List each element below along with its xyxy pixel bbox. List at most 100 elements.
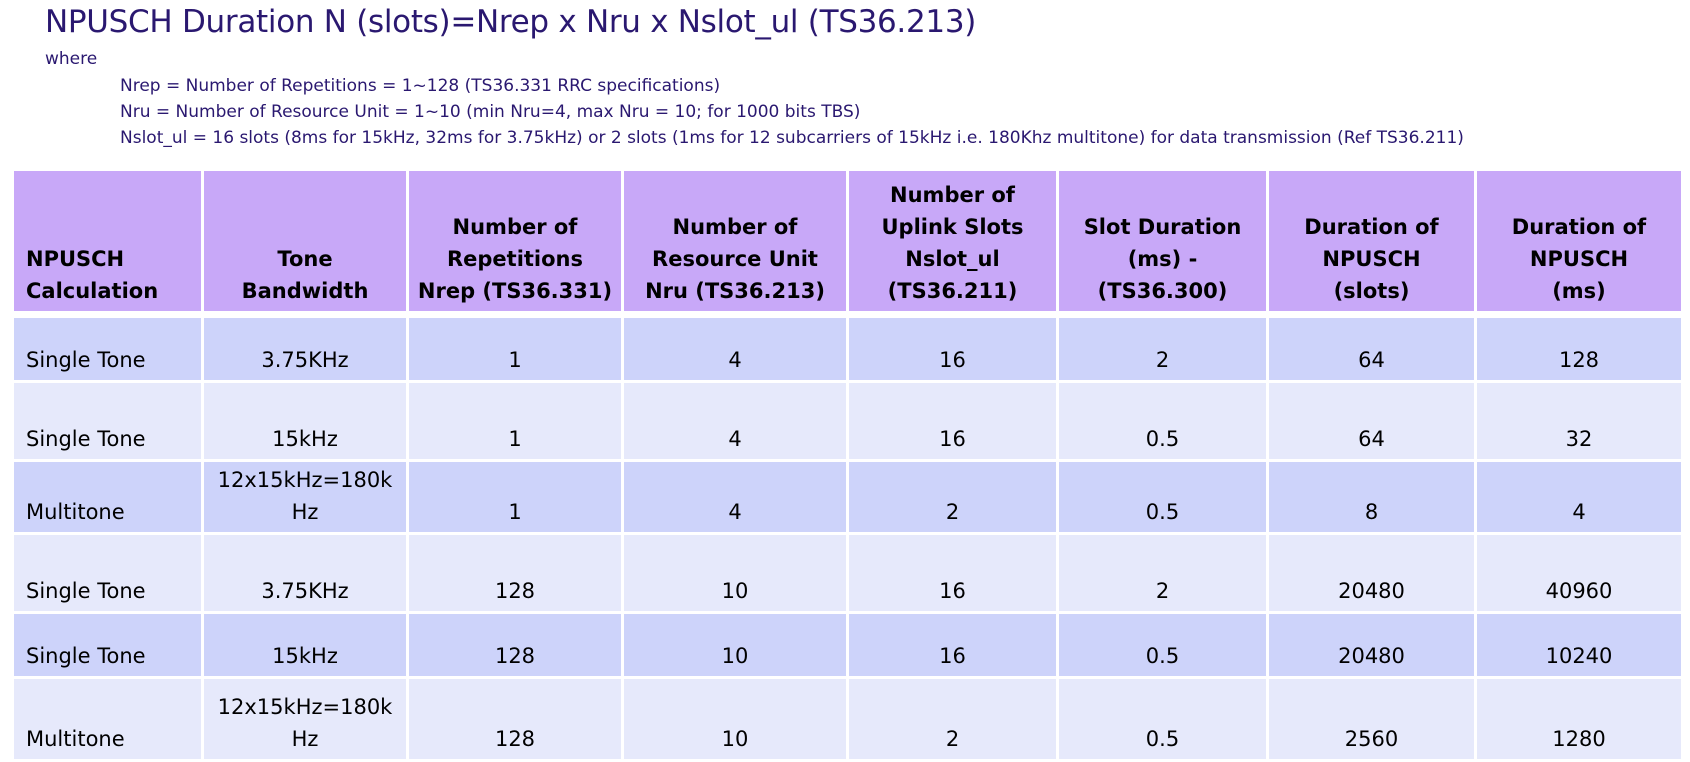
header-line: Duration of	[1304, 215, 1439, 239]
cell-nrep: 1	[406, 313, 624, 383]
cell-nrep: 128	[406, 532, 624, 614]
cell-calculation: Single Tone	[11, 380, 204, 462]
cell-nslot: 2	[846, 676, 1059, 762]
cell-slot-duration: 0.5	[1056, 459, 1269, 535]
cell-line: 3.75KHz	[261, 348, 349, 372]
table-row: Single Tone 15kHz 128 10 16 0.5 20480 10…	[11, 611, 1684, 679]
cell-duration-ms: 10240	[1474, 611, 1684, 679]
cell-duration-ms: 40960	[1474, 532, 1684, 614]
header-line: (TS36.211)	[887, 279, 1018, 303]
cell-nslot: 16	[846, 611, 1059, 679]
header-npusch-calculation: NPUSCH Calculation	[11, 168, 204, 318]
header-line: Uplink Slots	[881, 215, 1024, 239]
header-duration-slots: Duration of NPUSCH (slots)	[1266, 168, 1477, 318]
header-line: (ms)	[1552, 279, 1606, 303]
table-row: Single Tone 3.75KHz 128 10 16 2 20480 40…	[11, 532, 1684, 614]
definition-nru: Nru = Number of Resource Unit = 1~10 (mi…	[120, 102, 861, 122]
cell-calculation: Single Tone	[11, 532, 204, 614]
header-line: Nslot_ul	[905, 247, 1000, 271]
header-line: Slot Duration	[1083, 215, 1242, 239]
cell-nru: 10	[621, 676, 849, 762]
cell-bandwidth: 15kHz	[201, 380, 409, 462]
header-line: Bandwidth	[241, 279, 369, 303]
page-title: NPUSCH Duration N (slots)=Nrep x Nru x N…	[45, 4, 977, 40]
definition-nrep: Nrep = Number of Repetitions = 1~128 (TS…	[120, 76, 721, 96]
header-tone-bandwidth: Tone Bandwidth	[201, 168, 409, 318]
cell-nru: 10	[621, 611, 849, 679]
header-line: Repetitions	[446, 247, 584, 271]
header-nrep: Number of Repetitions Nrep (TS36.331)	[406, 168, 624, 318]
cell-bandwidth: 12x15kHz=180k Hz	[201, 676, 409, 762]
cell-nru: 4	[621, 459, 849, 535]
cell-nslot: 16	[846, 313, 1059, 383]
cell-slot-duration: 0.5	[1056, 676, 1269, 762]
table-row: Multitone 12x15kHz=180k Hz 1 4 2 0.5 8 4	[11, 459, 1684, 535]
table-row: Single Tone 15kHz 1 4 16 0.5 64 32	[11, 380, 1684, 462]
header-line: NPUSCH	[26, 247, 125, 271]
header-line: Number of	[890, 183, 1015, 207]
cell-duration-ms: 1280	[1474, 676, 1684, 762]
header-line: Nru (TS36.213)	[645, 279, 825, 303]
table-row: Multitone 12x15kHz=180k Hz 128 10 2 0.5 …	[11, 676, 1684, 762]
cell-calculation: Single Tone	[11, 611, 204, 679]
cell-duration-slots: 20480	[1266, 611, 1477, 679]
cell-duration-ms: 32	[1474, 380, 1684, 462]
cell-line: 15kHz	[272, 427, 338, 451]
cell-slot-duration: 0.5	[1056, 380, 1269, 462]
cell-nslot: 2	[846, 459, 1059, 535]
cell-line: Hz	[291, 727, 319, 751]
header-line: Tone	[277, 247, 333, 271]
where-label: where	[45, 49, 98, 69]
cell-duration-slots: 20480	[1266, 532, 1477, 614]
header-line: Number of	[452, 215, 578, 239]
cell-bandwidth: 3.75KHz	[201, 532, 409, 614]
cell-line: Hz	[291, 500, 319, 524]
cell-line: 3.75KHz	[261, 579, 349, 603]
cell-duration-ms: 4	[1474, 459, 1684, 535]
cell-nru: 4	[621, 380, 849, 462]
header-line: Number of	[672, 215, 798, 239]
header-nslot-ul: Number of Uplink Slots Nslot_ul (TS36.21…	[846, 168, 1059, 318]
cell-slot-duration: 0.5	[1056, 611, 1269, 679]
cell-nrep: 1	[406, 459, 624, 535]
header-line: Calculation	[26, 279, 159, 303]
header-line: Nrep (TS36.331)	[417, 279, 613, 303]
cell-bandwidth: 15kHz	[201, 611, 409, 679]
cell-calculation: Multitone	[11, 676, 204, 762]
cell-nslot: 16	[846, 532, 1059, 614]
cell-nrep: 128	[406, 676, 624, 762]
table-row: Single Tone 3.75KHz 1 4 16 2 64 128	[11, 313, 1684, 383]
cell-calculation: Single Tone	[11, 313, 204, 383]
definition-nslot-ul: Nslot_ul = 16 slots (8ms for 15kHz, 32ms…	[120, 128, 1464, 148]
table-header-row: NPUSCH Calculation Tone Bandwidth Number…	[11, 168, 1684, 318]
header-line: Resource Unit	[652, 247, 818, 271]
cell-nru: 10	[621, 532, 849, 614]
cell-slot-duration: 2	[1056, 313, 1269, 383]
cell-bandwidth: 12x15kHz=180k Hz	[201, 459, 409, 535]
cell-duration-slots: 64	[1266, 380, 1477, 462]
header-line: (slots)	[1333, 279, 1410, 303]
cell-line: 12x15kHz=180k	[217, 468, 393, 492]
header-line: (ms) -	[1127, 247, 1198, 271]
definitions-list: Nrep = Number of Repetitions = 1~128 (TS…	[120, 73, 1464, 151]
npusch-duration-table: NPUSCH Calculation Tone Bandwidth Number…	[11, 168, 1684, 762]
cell-nrep: 1	[406, 380, 624, 462]
header-nru: Number of Resource Unit Nru (TS36.213)	[621, 168, 849, 318]
cell-nru: 4	[621, 313, 849, 383]
cell-duration-slots: 8	[1266, 459, 1477, 535]
cell-nslot: 16	[846, 380, 1059, 462]
cell-line: 15kHz	[272, 644, 338, 668]
cell-duration-slots: 2560	[1266, 676, 1477, 762]
header-duration-ms: Duration of NPUSCH (ms)	[1474, 168, 1684, 318]
header-line: (TS36.300)	[1097, 279, 1228, 303]
cell-duration-slots: 64	[1266, 313, 1477, 383]
cell-calculation: Multitone	[11, 459, 204, 535]
header-line: Duration of	[1511, 215, 1647, 239]
cell-slot-duration: 2	[1056, 532, 1269, 614]
cell-duration-ms: 128	[1474, 313, 1684, 383]
cell-line: 12x15kHz=180k	[217, 695, 393, 719]
header-line: NPUSCH	[1529, 247, 1629, 271]
cell-bandwidth: 3.75KHz	[201, 313, 409, 383]
header-slot-duration: Slot Duration (ms) - (TS36.300)	[1056, 168, 1269, 318]
cell-nrep: 128	[406, 611, 624, 679]
